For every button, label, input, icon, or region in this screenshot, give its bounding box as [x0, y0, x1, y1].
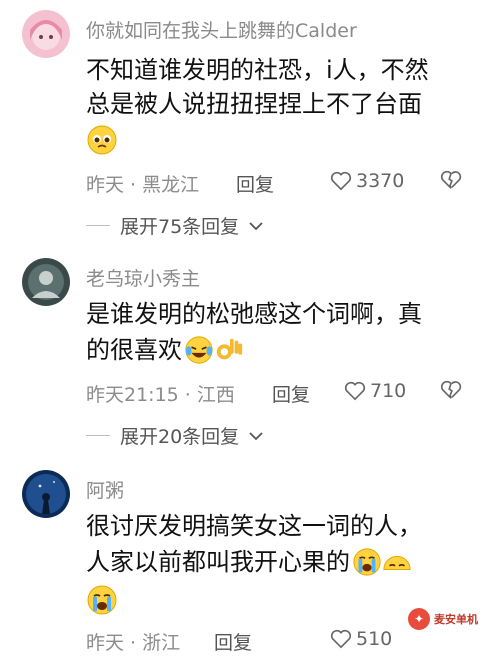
pleading-face-emoji-icon — [86, 124, 118, 160]
expand-replies-label: 展开75条回复 — [120, 216, 240, 238]
dislike-button[interactable] — [440, 380, 462, 404]
avatar[interactable] — [22, 10, 70, 58]
dislike-button[interactable] — [440, 170, 462, 194]
comment-text-line: 不知道谁发明的社恐，i人，不然 — [86, 56, 429, 84]
heart-outline-icon — [344, 381, 366, 401]
broken-heart-icon — [440, 170, 462, 189]
comment-item: 你就如同在我头上跳舞的Calder 不知道谁发明的社恐，i人，不然 总是被人说扭… — [0, 0, 500, 240]
divider — [86, 435, 110, 436]
avatar[interactable] — [22, 470, 70, 518]
watermark: ✦ 麦安单机 — [408, 608, 478, 630]
comment-text-line: 很讨厌发明搞笑女这一词的人， — [86, 512, 422, 540]
loudly-crying-emoji-icon — [353, 548, 381, 576]
comment-text-line: 的很喜欢 — [86, 336, 182, 364]
like-count: 710 — [370, 380, 407, 402]
like-count: 510 — [356, 628, 393, 650]
divider — [86, 225, 110, 226]
reply-button[interactable]: 回复 — [236, 170, 274, 197]
watermark-logo-icon: ✦ — [408, 608, 430, 630]
reply-button[interactable]: 回复 — [214, 628, 252, 655]
comment-meta: 昨天 · 黑龙江 — [86, 174, 200, 196]
username[interactable]: 老乌琼小秀主 — [86, 264, 200, 291]
avatar[interactable] — [22, 258, 70, 306]
expand-replies-label: 展开20条回复 — [120, 426, 240, 448]
comment-text-line: 人家以前都叫我开心果的 — [86, 548, 350, 576]
comment-item: 阿粥 很讨厌发明搞笑女这一词的人， 人家以前都叫我开心果的 昨天 · 浙江 回复… — [0, 470, 500, 660]
chevron-down-icon — [249, 221, 263, 230]
loudly-crying-emoji-icon — [383, 555, 411, 570]
expand-replies-button[interactable]: 展开20条回复 — [86, 422, 263, 449]
like-button[interactable]: 3370 — [330, 170, 404, 192]
like-button[interactable]: 710 — [344, 380, 406, 402]
comment-meta: 昨天 · 浙江 — [86, 632, 181, 654]
broken-heart-icon — [440, 380, 462, 399]
like-button[interactable]: 510 — [330, 628, 392, 650]
heart-outline-icon — [330, 171, 352, 191]
comment-text-line: 总是被人说扭扭捏捏上不了台面 — [86, 90, 422, 118]
reply-button[interactable]: 回复 — [272, 380, 310, 407]
username[interactable]: 你就如同在我头上跳舞的Calder — [86, 16, 357, 43]
username[interactable]: 阿粥 — [86, 476, 124, 503]
heart-outline-icon — [330, 629, 352, 649]
comment-item: 老乌琼小秀主 是谁发明的松弛感这个词啊，真 的很喜欢 昨天21:15 · 江西 … — [0, 250, 500, 450]
expand-replies-button[interactable]: 展开75条回复 — [86, 212, 263, 239]
watermark-text: 麦安单机 — [434, 613, 478, 626]
comment-meta: 昨天21:15 · 江西 — [86, 384, 235, 406]
chevron-down-icon — [249, 431, 263, 440]
laughing-tears-emoji-icon — [185, 336, 213, 364]
comment-text-line: 是谁发明的松弛感这个词啊，真 — [86, 300, 422, 328]
like-count: 3370 — [356, 170, 405, 192]
loudly-crying-emoji-icon — [86, 584, 118, 620]
ok-hand-emoji-icon — [216, 338, 243, 360]
